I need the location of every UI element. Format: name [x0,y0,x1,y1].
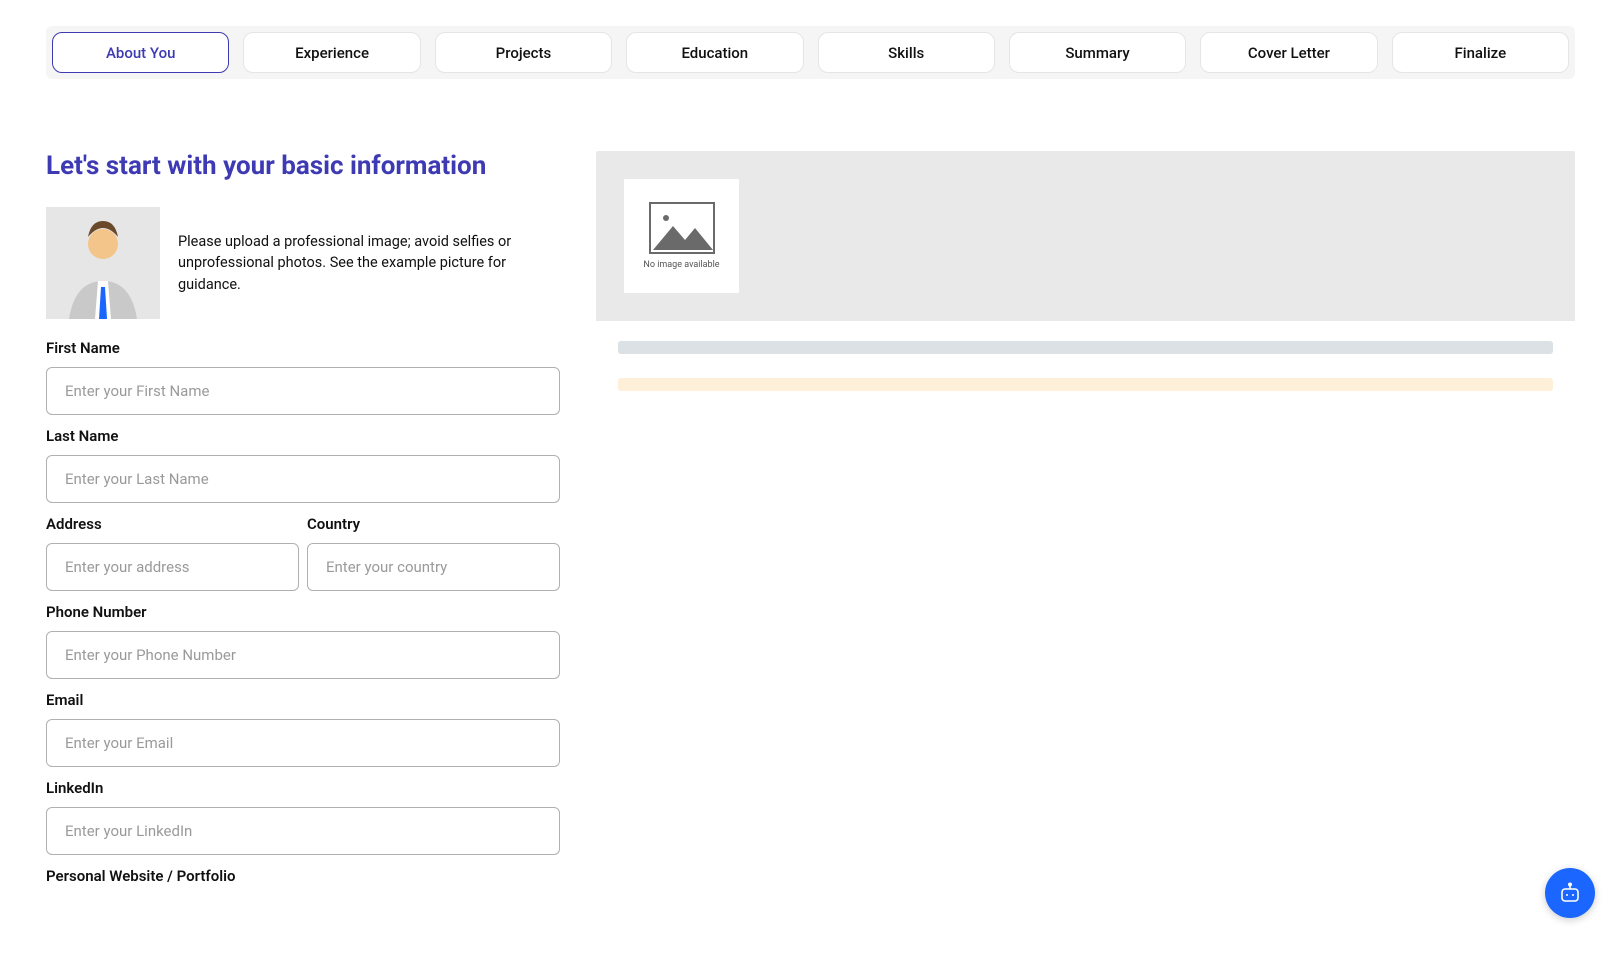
first-name-input[interactable] [46,367,560,415]
tab-label: Skills [888,44,924,62]
last-name-label: Last Name [46,427,560,445]
tab-label: Cover Letter [1248,44,1330,62]
tab-label: Finalize [1454,44,1506,62]
tab-label: About You [106,44,176,62]
address-input[interactable] [46,543,299,591]
tab-about-you[interactable]: About You [52,32,229,73]
avatar-help-text: Please upload a professional image; avoi… [178,231,560,294]
country-label: Country [307,515,560,533]
preview-skeleton-line [618,378,1553,391]
address-label: Address [46,515,299,533]
tab-label: Education [681,44,748,62]
tab-label: Summary [1065,44,1129,62]
chatbot-icon [1558,881,1582,905]
email-label: Email [46,691,560,709]
no-image-icon [649,202,715,254]
resume-preview: No image available [596,151,1575,875]
avatar-upload[interactable] [46,207,160,319]
preview-no-image: No image available [624,179,739,293]
linkedin-input[interactable] [46,807,560,855]
tab-summary[interactable]: Summary [1009,32,1186,73]
phone-input[interactable] [46,631,560,679]
page-title: Let's start with your basic information [46,151,560,181]
linkedin-label: LinkedIn [46,779,560,797]
website-label: Personal Website / Portfolio [46,867,560,885]
tab-label: Experience [295,44,369,62]
tab-projects[interactable]: Projects [435,32,612,73]
tab-cover-letter[interactable]: Cover Letter [1200,32,1377,73]
tab-education[interactable]: Education [626,32,803,73]
avatar-placeholder-icon [46,207,160,319]
preview-skeleton-line [618,341,1553,354]
tabs-nav: About You Experience Projects Education … [46,26,1575,79]
last-name-input[interactable] [46,455,560,503]
first-name-label: First Name [46,339,560,357]
chat-widget-button[interactable] [1545,868,1595,918]
tab-experience[interactable]: Experience [243,32,420,73]
email-input[interactable] [46,719,560,767]
tab-finalize[interactable]: Finalize [1392,32,1569,73]
phone-label: Phone Number [46,603,560,621]
no-image-text: No image available [643,260,719,270]
tab-label: Projects [496,44,552,62]
country-input[interactable] [307,543,560,591]
tab-skills[interactable]: Skills [818,32,995,73]
